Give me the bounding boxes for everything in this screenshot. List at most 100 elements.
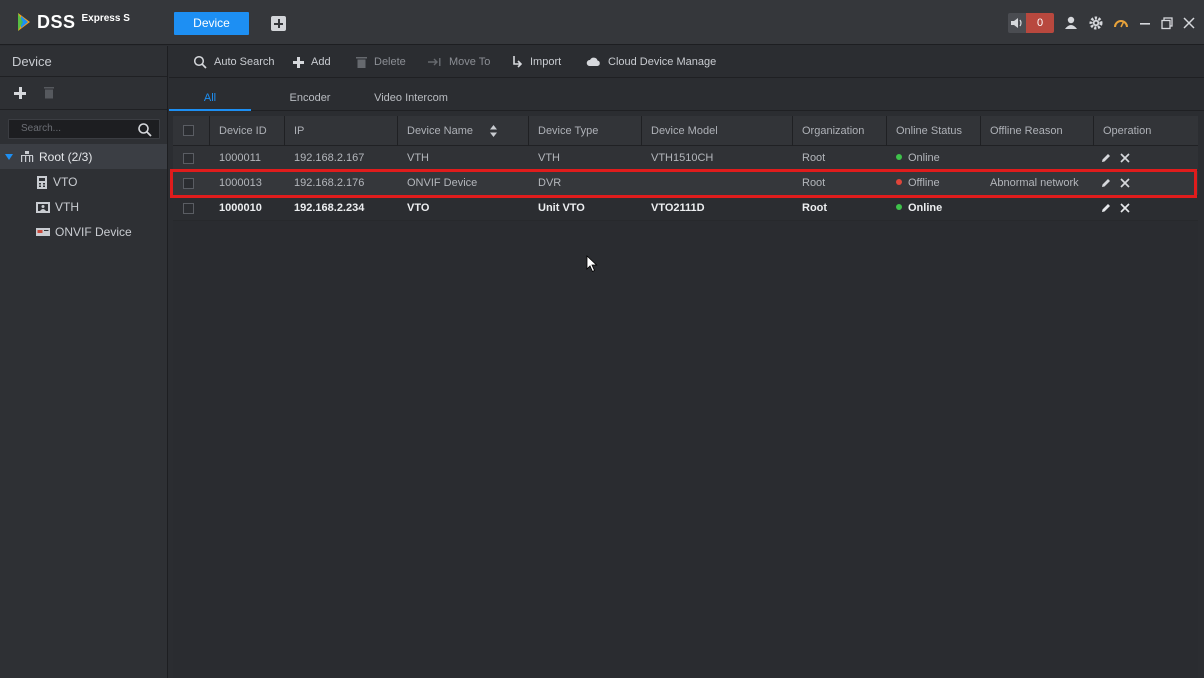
status-text: Online (908, 202, 943, 214)
delete-group-icon[interactable] (44, 86, 54, 99)
column-header-operation: Operation (1103, 125, 1152, 137)
cell-ip: 192.168.2.234 (294, 202, 365, 214)
table-row[interactable]: 1000011 192.168.2.167 VTH VTH VTH1510CH … (173, 146, 1198, 171)
add-tab-button[interactable] (271, 16, 286, 31)
tab-all[interactable]: All (169, 78, 251, 111)
onvif-device-icon (36, 228, 50, 236)
cell-device-id: 1000011 (219, 152, 262, 164)
auto-search-button[interactable]: Auto Search (193, 46, 275, 78)
tree-toolbar (0, 77, 167, 110)
cell-offline-reason (981, 196, 990, 221)
tree-item-vth[interactable]: VTH (36, 197, 79, 217)
tree-item-onvif[interactable]: ONVIF Device (36, 222, 132, 242)
cell-device-name: VTH (407, 152, 429, 164)
search-icon (193, 55, 207, 69)
delete-x-icon[interactable] (1119, 202, 1131, 214)
cell-offline-reason: Abnormal network (990, 177, 1079, 189)
vth-monitor-icon (36, 201, 50, 213)
move-arrow-icon (428, 58, 441, 66)
tree-root-node[interactable]: Root (2/3) (0, 144, 167, 169)
auto-search-label: Auto Search (214, 56, 275, 68)
column-header-ip[interactable]: IP (285, 116, 497, 146)
logo-subtitle: Express S (81, 12, 130, 24)
cell-device-model: VTO2111D (651, 202, 705, 214)
minimize-icon[interactable] (1137, 15, 1153, 31)
expand-caret-icon[interactable] (5, 153, 13, 160)
delete-x-icon[interactable] (1119, 177, 1131, 189)
row-checkbox[interactable] (183, 203, 194, 214)
tree-item-label: ONVIF Device (55, 225, 132, 239)
column-header-ip-label: IP (294, 125, 305, 137)
select-all-cell (173, 116, 210, 146)
cell-organization: Root (802, 202, 828, 214)
tab-device[interactable]: Device (174, 12, 249, 35)
cell-device-id: 1000013 (219, 177, 262, 189)
cell-online-status: Online (887, 196, 942, 221)
cell-ip: 192.168.2.176 (294, 177, 365, 189)
status-offline-dot (896, 179, 902, 185)
cell-device-model (642, 171, 651, 196)
import-arrow-icon (513, 55, 523, 68)
cloud-icon (586, 57, 600, 66)
edit-pencil-icon[interactable] (1100, 177, 1112, 189)
add-group-icon[interactable] (14, 87, 26, 99)
add-label: Add (311, 56, 331, 68)
tree-item-vto[interactable]: VTO (36, 172, 77, 192)
cell-device-name: VTO (407, 202, 430, 214)
import-label: Import (530, 56, 562, 68)
organization-icon (21, 151, 34, 162)
cell-organization: Root (802, 177, 826, 189)
app-logo: DSS Express S (16, 11, 130, 33)
cloud-device-manage-button[interactable]: Cloud Device Manage (586, 46, 716, 78)
delete-label: Delete (374, 56, 406, 68)
column-header-offline-reason[interactable]: Offline Reason (981, 116, 1094, 146)
table-row[interactable]: 1000013 192.168.2.176 ONVIF Device DVR R… (173, 171, 1198, 196)
column-header-device-id[interactable]: Device ID (210, 116, 285, 146)
tab-encoder[interactable]: Encoder (271, 78, 349, 111)
delete-button[interactable]: Delete (356, 46, 406, 78)
table-header: Device ID IP Device Name Device Type Dev… (173, 116, 1198, 146)
add-button[interactable]: Add (293, 46, 331, 78)
alarm-indicator[interactable]: 0 (1008, 13, 1054, 33)
close-icon[interactable] (1181, 15, 1197, 31)
gear-icon[interactable] (1088, 15, 1104, 31)
search-placeholder: Search... (21, 123, 62, 134)
move-to-button[interactable]: Move To (428, 46, 490, 78)
restore-icon[interactable] (1159, 15, 1175, 31)
tree-search-input[interactable]: Search... (8, 119, 160, 139)
device-toolbar: Auto Search Add Delete Move To Import Cl… (169, 46, 1204, 78)
cell-organization: Root (802, 152, 826, 164)
cell-device-name: ONVIF Device (407, 177, 478, 189)
column-header-online-status[interactable]: Online Status (887, 116, 981, 146)
cell-device-model: VTH1510CH (651, 152, 714, 164)
cell-device-type: VTH (538, 152, 560, 164)
table-row[interactable]: 1000010 192.168.2.234 VTO Unit VTO VTO21… (173, 196, 1198, 221)
column-header-device-model[interactable]: Device Model (642, 116, 793, 146)
user-icon[interactable] (1063, 15, 1079, 31)
select-all-checkbox[interactable] (183, 125, 194, 136)
row-checkbox[interactable] (183, 178, 194, 189)
cell-device-type: DVR (538, 177, 562, 189)
column-header-organization[interactable]: Organization (793, 116, 887, 146)
cell-device-type: Unit VTO (538, 202, 585, 214)
column-header-device-name[interactable]: Device Name (398, 116, 529, 146)
cloud-device-manage-label: Cloud Device Manage (608, 56, 717, 68)
tab-video-intercom[interactable]: Video Intercom (365, 78, 457, 111)
status-online-dot (896, 204, 902, 210)
delete-x-icon[interactable] (1119, 152, 1131, 164)
import-button[interactable]: Import (512, 46, 561, 78)
edit-pencil-icon[interactable] (1100, 152, 1112, 164)
column-header-device-type[interactable]: Device Type (529, 116, 642, 146)
cell-device-id: 1000010 (219, 202, 262, 214)
dss-logo-icon (18, 13, 30, 31)
cell-online-status: Online (887, 146, 940, 171)
move-to-label: Move To (449, 56, 491, 68)
row-checkbox[interactable] (183, 153, 194, 164)
device-tree-panel: Device Search... Root (2/3) VTO VTH ONVI… (0, 46, 168, 678)
edit-pencil-icon[interactable] (1100, 202, 1112, 214)
cell-ip: 192.168.2.167 (294, 152, 365, 164)
tree-item-label: VTH (55, 200, 79, 214)
trash-icon (356, 57, 367, 68)
search-icon[interactable] (137, 122, 153, 138)
gauge-icon[interactable] (1113, 15, 1129, 31)
